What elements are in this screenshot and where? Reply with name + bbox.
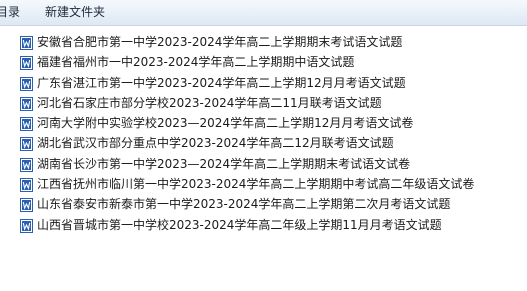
file-row[interactable]: 湖南省长沙市第一中学2023—2024学年高二上学期期末考试语文试卷: [0, 155, 527, 175]
file-name: 河南大学附中实验学校2023—2024学年高二上学期12月月考语文试卷: [37, 116, 414, 131]
file-row[interactable]: 广东省湛江市第一中学2023-2024学年高二上学期12月月考语文试题: [0, 74, 527, 94]
file-name: 湖南省长沙市第一中学2023—2024学年高二上学期期末考试语文试卷: [37, 156, 411, 171]
toolbar: 目录 新建文件夹: [0, 0, 527, 26]
file-row[interactable]: 福建省福州市一中2023-2024学年高二上学期期中语文试题: [0, 53, 527, 73]
file-name: 广东省湛江市第一中学2023-2024学年高二上学期12月月考语文试题: [37, 75, 406, 90]
word-doc-icon: [20, 96, 33, 111]
word-doc-icon: [20, 36, 33, 50]
word-doc-icon: [20, 76, 33, 91]
file-name: 安徽省合肥市第一中学2023-2024学年高二上学期期末考试语文试题: [37, 35, 403, 49]
file-row[interactable]: 山西省晋城市第一中学校2023-2024学年高二年级上学期11月月考语文试题: [0, 216, 527, 236]
file-name: 福建省福州市一中2023-2024学年高二上学期期中语文试题: [37, 55, 355, 70]
file-row[interactable]: 安徽省合肥市第一中学2023-2024学年高二上学期期末考试语文试题: [0, 33, 527, 53]
word-doc-icon: [20, 157, 33, 172]
file-name: 河北省石家庄市部分学校2023-2024学年高二11月联考语文试题: [37, 95, 382, 110]
file-name: 江西省抚州市临川第一中学2023-2024学年高二上学期期中考试高二年级语文试卷: [37, 177, 475, 192]
file-row[interactable]: 河北省石家庄市部分学校2023-2024学年高二11月联考语文试题: [0, 94, 527, 114]
word-doc-icon: [20, 178, 33, 193]
word-doc-icon: [20, 56, 33, 71]
word-doc-icon: [20, 117, 33, 132]
word-doc-icon: [20, 198, 33, 213]
word-doc-icon: [20, 218, 33, 233]
new-folder-button[interactable]: 新建文件夹: [45, 4, 105, 20]
file-row[interactable]: 湖北省武汉市部分重点中学2023-2024学年高二12月联考语文试题: [0, 134, 527, 154]
file-row[interactable]: 江西省抚州市临川第一中学2023-2024学年高二上学期期中考试高二年级语文试卷: [0, 175, 527, 195]
file-row[interactable]: 山东省泰安市新泰市第一中学2023-2024学年高二上学期第二次月考语文试题: [0, 195, 527, 215]
file-name: 山东省泰安市新泰市第一中学2023-2024学年高二上学期第二次月考语文试题: [37, 197, 451, 212]
file-name: 山西省晋城市第一中学校2023-2024学年高二年级上学期11月月考语文试题: [37, 217, 442, 232]
file-list: 安徽省合肥市第一中学2023-2024学年高二上学期期末考试语文试题 福建省福州市…: [0, 33, 527, 236]
toolbar-directory-button[interactable]: 目录: [0, 4, 20, 20]
file-row[interactable]: 河南大学附中实验学校2023—2024学年高二上学期12月月考语文试卷: [0, 114, 527, 134]
file-name: 湖北省武汉市部分重点中学2023-2024学年高二12月联考语文试题: [37, 136, 394, 151]
word-doc-icon: [20, 137, 33, 152]
